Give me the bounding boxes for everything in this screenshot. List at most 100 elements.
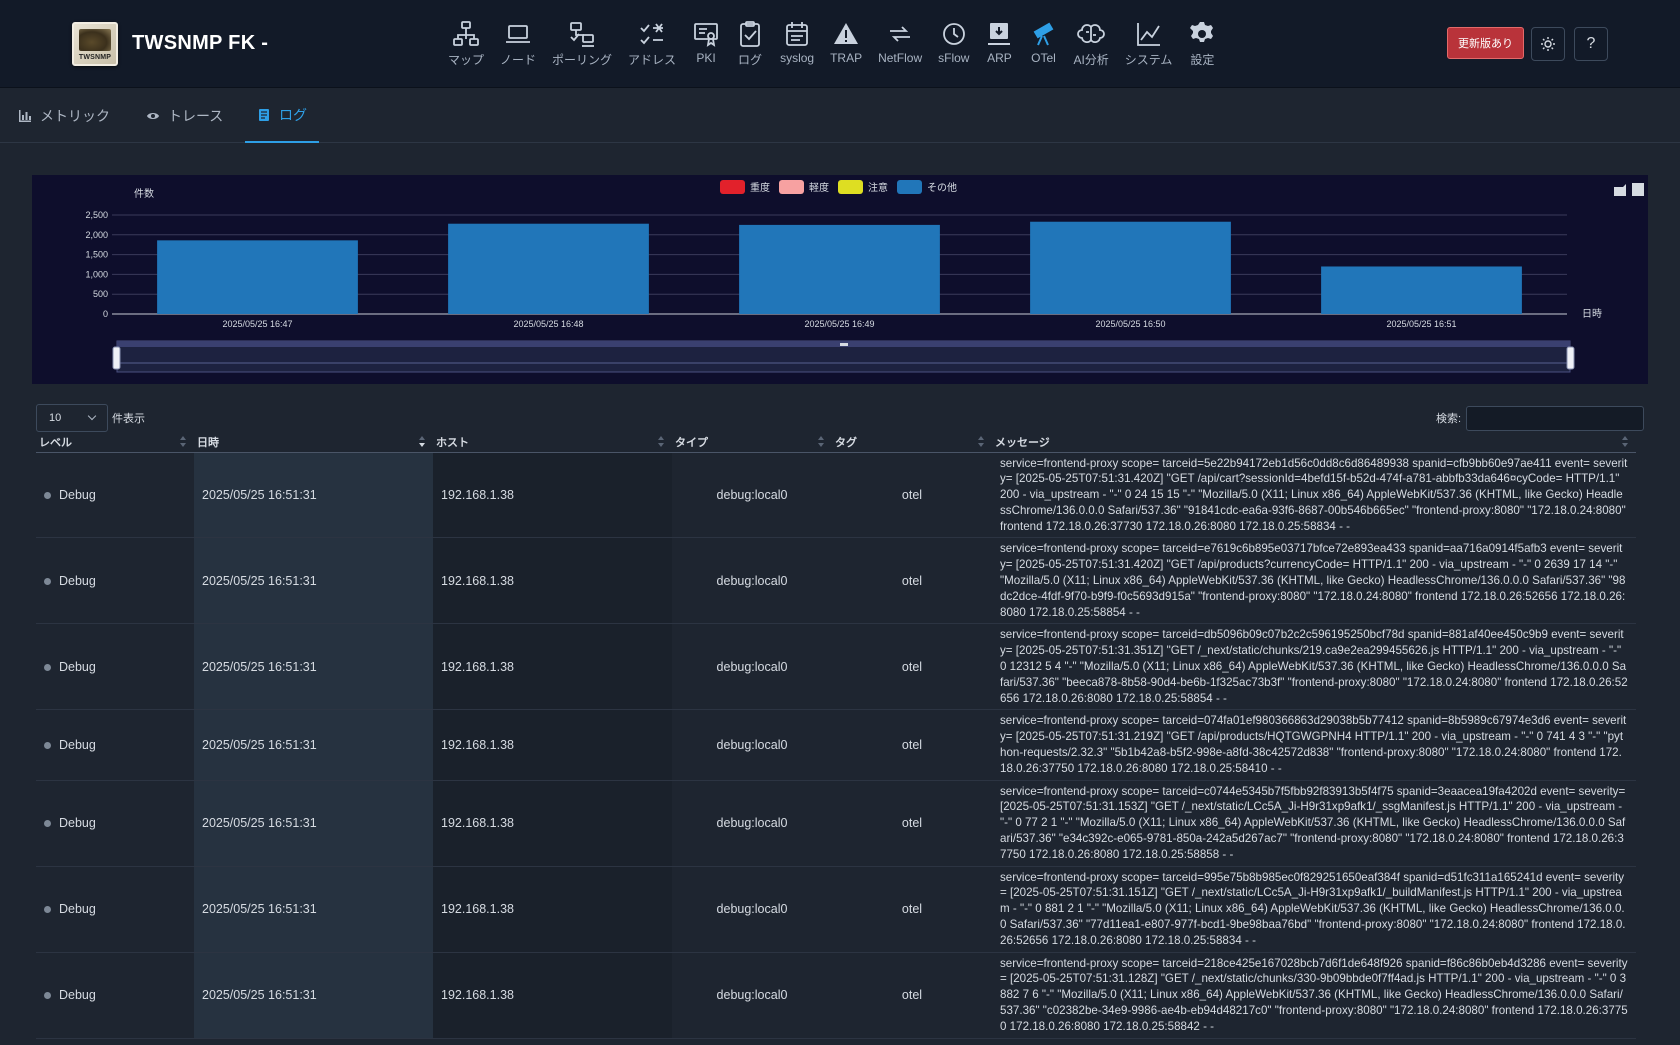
table-row[interactable]: Debug 2025/05/25 16:51:31 192.168.1.38 debu… <box>36 780 1636 867</box>
cell-message: service=frontend-proxy scope= tarceid=99… <box>992 866 1636 953</box>
bar-chart-icon <box>19 110 31 122</box>
nav-item-trap[interactable]: TRAP <box>822 20 870 70</box>
nav-label: syslog <box>780 51 815 65</box>
app-logo[interactable]: TWSNMP <box>72 22 118 66</box>
legend-label: その他 <box>927 181 957 194</box>
cell-time: 2025/05/25 16:51:31 <box>194 452 433 539</box>
cell-type: debug:local0 <box>672 452 832 539</box>
column-header-host[interactable]: ホスト <box>433 432 672 453</box>
column-header-message[interactable]: メッセージ <box>992 432 1636 453</box>
cell-host: 192.168.1.38 <box>433 952 672 1039</box>
level-dot-icon <box>44 742 51 750</box>
nav-label: PKI <box>696 51 716 65</box>
table-row[interactable]: Debug 2025/05/25 16:51:31 192.168.1.38 debu… <box>36 709 1636 781</box>
column-header-time[interactable]: 日時 <box>194 432 433 453</box>
column-label: レベル <box>39 436 72 449</box>
restore-icon <box>1632 183 1644 196</box>
log-table: レベル 日時 ホスト タイプ タグ メッセージ Debug 2025/05/25 … <box>36 432 1636 1039</box>
legend-label: 重度 <box>750 181 770 194</box>
nav-item-log[interactable]: ログ <box>728 20 772 70</box>
page-length-select[interactable]: 10 <box>36 404 108 432</box>
table-row[interactable]: Debug 2025/05/25 16:51:31 192.168.1.38 debu… <box>36 952 1636 1039</box>
update-available-button[interactable]: 更新版あり <box>1447 27 1524 59</box>
nav-item-sflow[interactable]: sFlow <box>930 20 977 70</box>
nav-item-system[interactable]: システム <box>1117 20 1181 70</box>
cell-message: service=frontend-proxy scope= tarceid=21… <box>992 952 1636 1039</box>
arrows-flow-icon <box>890 26 911 42</box>
sort-icon <box>818 436 824 448</box>
column-label: メッセージ <box>995 436 1050 449</box>
column-header-type[interactable]: タイプ <box>672 432 832 453</box>
nav-item-pki[interactable]: PKI <box>684 20 728 70</box>
level-text: Debug <box>59 487 96 502</box>
cell-message: service=frontend-proxy scope= tarceid=db… <box>992 623 1636 711</box>
nav-item-node[interactable]: ノード <box>492 20 544 70</box>
address-check-icon <box>640 23 664 45</box>
nav-label: ログ <box>738 53 763 67</box>
level-text: Debug <box>59 738 96 753</box>
bar-その他 <box>1321 266 1522 314</box>
nav-label: システム <box>1124 53 1173 67</box>
calendar-text-icon <box>786 22 808 46</box>
level-text: Debug <box>59 816 96 831</box>
eye-icon <box>147 113 159 119</box>
cell-type: debug:local0 <box>672 709 832 781</box>
laptop-icon <box>506 25 531 43</box>
nav-item-ai[interactable]: AI分析 <box>1065 20 1116 70</box>
x-tick-label: 2025/05/25 16:51 <box>1386 319 1456 329</box>
view-tabs: メトリック トレース ログ <box>0 89 1680 143</box>
document-icon <box>259 109 269 121</box>
page-length-value: 10 <box>49 412 62 424</box>
nav-item-map[interactable]: マップ <box>440 20 492 70</box>
chevron-down-icon <box>87 411 97 421</box>
column-header-tag[interactable]: タグ <box>832 432 992 453</box>
nav-item-settings[interactable]: 設定 <box>1180 20 1224 70</box>
level-text: Debug <box>59 573 96 588</box>
nav-label: ノード <box>500 53 537 67</box>
zoom-icon <box>1614 184 1626 196</box>
cell-level: Debug <box>36 623 194 711</box>
theme-toggle-button[interactable] <box>1531 27 1565 61</box>
nav-item-netflow[interactable]: NetFlow <box>870 20 930 70</box>
nav-item-address[interactable]: アドレス <box>620 20 684 70</box>
level-text: Debug <box>59 988 96 1003</box>
sun-icon <box>1541 37 1555 51</box>
nav-label: NetFlow <box>878 51 923 65</box>
nav-label: OTel <box>1031 51 1056 65</box>
bar-その他 <box>1030 221 1231 314</box>
cell-host: 192.168.1.38 <box>433 452 672 539</box>
line-chart-icon <box>1136 23 1160 46</box>
table-row[interactable]: Debug 2025/05/25 16:51:31 192.168.1.38 debu… <box>36 537 1636 625</box>
nav-label: ARP <box>987 51 1012 65</box>
table-row[interactable]: Debug 2025/05/25 16:51:31 192.168.1.38 debu… <box>36 866 1636 953</box>
sort-icon <box>180 436 186 448</box>
tab-label: トレース <box>168 108 224 124</box>
cell-time: 2025/05/25 16:51:31 <box>194 952 433 1039</box>
help-button[interactable]: ? <box>1574 27 1608 61</box>
cell-level: Debug <box>36 866 194 953</box>
table-row[interactable]: Debug 2025/05/25 16:51:31 192.168.1.38 debu… <box>36 452 1636 539</box>
nav-item-syslog[interactable]: syslog <box>772 20 822 70</box>
bar-その他 <box>448 223 649 314</box>
nav-item-otel[interactable]: OTel <box>1021 20 1065 70</box>
nav-item-arp[interactable]: ARP <box>977 20 1021 70</box>
level-dot-icon <box>44 992 51 1000</box>
cell-type: debug:local0 <box>672 780 832 867</box>
cell-message: service=frontend-proxy scope= tarceid=e7… <box>992 537 1636 625</box>
nav-label: TRAP <box>830 51 863 65</box>
legend-swatch <box>779 180 804 194</box>
table-row[interactable]: Debug 2025/05/25 16:51:31 192.168.1.38 debu… <box>36 623 1636 711</box>
nav-label: sFlow <box>938 51 970 65</box>
tab-metrics[interactable]: メトリック <box>6 89 122 143</box>
tab-logs[interactable]: ログ <box>245 89 319 143</box>
nav-item-polling[interactable]: ポーリング <box>544 20 620 70</box>
legend-swatch <box>897 180 922 194</box>
x-tick-label: 2025/05/25 16:48 <box>513 319 583 329</box>
tab-traces[interactable]: トレース <box>134 89 235 143</box>
search-input[interactable] <box>1466 406 1644 431</box>
column-header-level[interactable]: レベル <box>36 432 194 453</box>
nav-label: マップ <box>448 53 485 67</box>
sort-icon <box>658 436 664 448</box>
cell-level: Debug <box>36 452 194 539</box>
cell-level: Debug <box>36 537 194 625</box>
